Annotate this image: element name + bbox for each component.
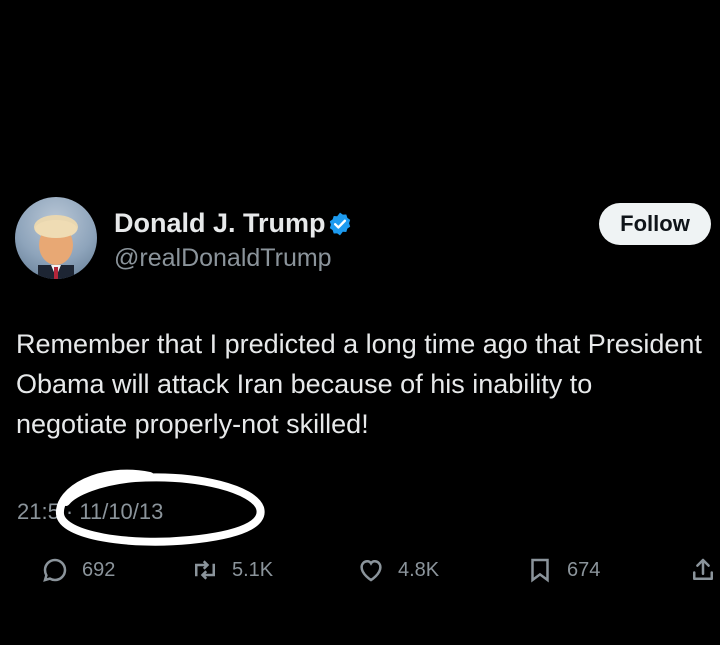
reply-icon <box>43 558 67 582</box>
retweet-icon <box>195 560 215 580</box>
tweet-actions-bar: 692 5.1K 4.8K 674 <box>0 550 720 590</box>
like-button[interactable]: 4.8K <box>356 550 439 590</box>
reply-button[interactable]: 692 <box>40 550 115 590</box>
author-handle[interactable]: @realDonaldTrump <box>114 244 332 273</box>
bookmark-button[interactable]: 674 <box>525 550 600 590</box>
avatar[interactable] <box>15 197 97 279</box>
bookmark-count: 674 <box>567 558 601 581</box>
heart-icon <box>360 559 382 582</box>
retweet-count: 5.1K <box>232 558 274 581</box>
tweet-card: Donald J. Trump @realDonaldTrump Follow … <box>0 0 720 645</box>
verified-badge-icon <box>329 212 351 236</box>
like-count: 4.8K <box>398 558 440 581</box>
follow-button[interactable]: Follow <box>599 203 711 245</box>
retweet-button[interactable]: 5.1K <box>190 550 273 590</box>
reply-count: 692 <box>82 558 116 581</box>
share-icon[interactable] <box>688 555 718 585</box>
tweet-timestamp[interactable]: 21:5 · 11/10/13 <box>17 499 163 525</box>
bookmark-icon <box>531 558 549 583</box>
tweet-text: Remember that I predicted a long time ag… <box>16 329 702 439</box>
author-display-name[interactable]: Donald J. Trump <box>114 208 326 239</box>
avatar-image <box>34 215 78 279</box>
